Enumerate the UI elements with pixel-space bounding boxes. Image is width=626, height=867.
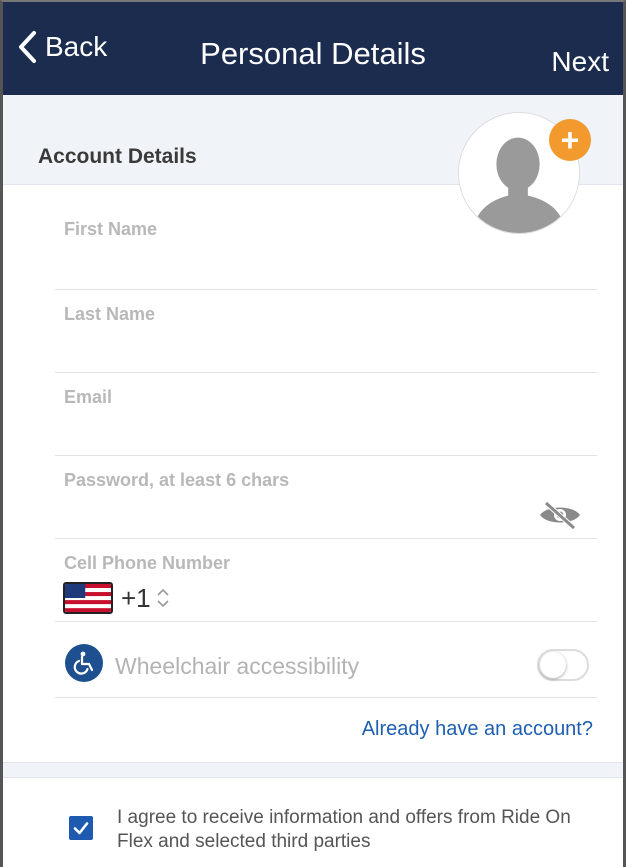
next-button[interactable]: Next bbox=[551, 46, 609, 78]
wheelchair-row: Wheelchair accessibility bbox=[55, 622, 597, 698]
checkmark-icon bbox=[73, 822, 89, 835]
first-name-input[interactable] bbox=[64, 245, 584, 269]
nav-bar: Back Personal Details Next bbox=[3, 2, 623, 95]
email-label: Email bbox=[64, 387, 113, 407]
wheelchair-icon bbox=[65, 644, 103, 682]
last-name-label: Last Name bbox=[64, 304, 156, 324]
plus-icon: + bbox=[560, 122, 580, 158]
section-title: Account Details bbox=[38, 145, 197, 168]
country-code-selector[interactable]: +1 bbox=[63, 580, 171, 616]
wheelchair-label: Wheelchair accessibility bbox=[115, 653, 360, 679]
consent-text: I agree to receive information and offer… bbox=[117, 807, 571, 852]
already-have-account-link[interactable]: Already have an account? bbox=[362, 718, 593, 741]
eye-slash-icon[interactable] bbox=[537, 500, 583, 530]
add-photo-button[interactable]: + bbox=[549, 119, 591, 161]
consent-checkbox[interactable] bbox=[69, 816, 93, 840]
consent-row: I agree to receive information and offer… bbox=[3, 778, 623, 867]
email-field[interactable]: Email bbox=[55, 373, 597, 456]
wheelchair-toggle[interactable] bbox=[537, 649, 589, 681]
dial-code: +1 bbox=[121, 582, 151, 613]
password-input[interactable] bbox=[64, 500, 524, 524]
first-name-field[interactable]: First Name bbox=[55, 185, 597, 290]
last-name-input[interactable] bbox=[64, 334, 584, 358]
chevron-up-down-icon bbox=[157, 588, 169, 608]
email-input[interactable] bbox=[64, 417, 584, 441]
toggle-knob bbox=[540, 652, 566, 678]
us-flag-icon bbox=[63, 582, 113, 614]
password-field[interactable]: Password, at least 6 chars bbox=[55, 456, 597, 539]
phone-label: Cell Phone Number bbox=[64, 553, 231, 573]
last-name-field[interactable]: Last Name bbox=[55, 290, 597, 373]
app-screen: Back Personal Details Next Account Detai… bbox=[0, 0, 626, 867]
page-title: Personal Details bbox=[200, 36, 426, 71]
password-label: Password, at least 6 chars bbox=[64, 470, 290, 490]
first-name-label: First Name bbox=[64, 219, 158, 239]
divider bbox=[3, 762, 623, 778]
